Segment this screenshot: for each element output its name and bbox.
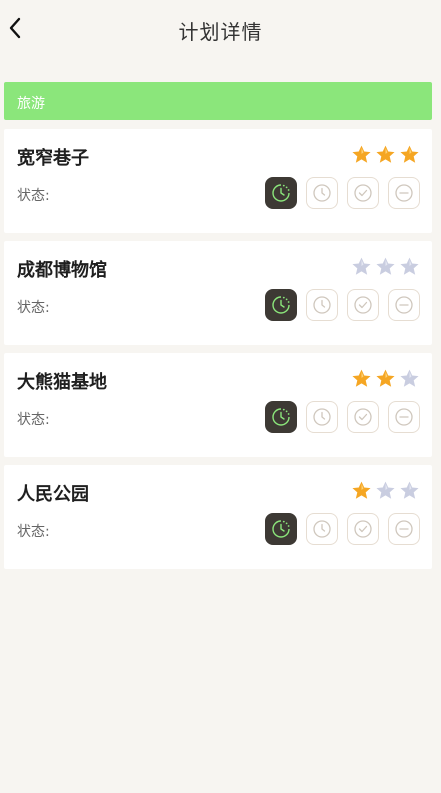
status-cancelled-button[interactable] <box>388 289 420 321</box>
status-label: 状态: <box>17 524 50 540</box>
star-empty-icon[interactable] <box>399 368 420 388</box>
clock-dotted-icon <box>271 519 291 539</box>
star-rating[interactable] <box>351 480 420 500</box>
minus-circle-icon <box>394 295 414 315</box>
status-pending-button[interactable] <box>306 177 338 209</box>
plan-card[interactable]: 成都博物馆状态: <box>4 241 432 345</box>
clock-icon <box>312 295 332 315</box>
star-empty-icon[interactable] <box>399 480 420 500</box>
clock-icon <box>312 407 332 427</box>
star-rating[interactable] <box>351 256 420 276</box>
star-filled-icon[interactable] <box>399 144 420 164</box>
plan-name: 大熊猫基地 <box>17 372 107 393</box>
status-pending-button[interactable] <box>306 513 338 545</box>
star-filled-icon[interactable] <box>351 368 372 388</box>
category-header: 旅游 <box>4 82 432 120</box>
category-label: 旅游 <box>17 96 45 112</box>
minus-circle-icon <box>394 407 414 427</box>
star-rating[interactable] <box>351 368 420 388</box>
check-circle-icon <box>353 519 373 539</box>
clock-dotted-icon <box>271 295 291 315</box>
status-selector <box>265 177 420 209</box>
status-pending-button[interactable] <box>306 289 338 321</box>
status-done-button[interactable] <box>347 289 379 321</box>
clock-icon <box>312 183 332 203</box>
status-selector <box>265 401 420 433</box>
clock-dotted-icon <box>271 407 291 427</box>
status-in-progress-button[interactable] <box>265 177 297 209</box>
navigation-bar: 计划详情 <box>0 0 441 60</box>
star-empty-icon[interactable] <box>375 480 396 500</box>
star-filled-icon[interactable] <box>351 144 372 164</box>
plan-name: 宽窄巷子 <box>17 148 89 169</box>
minus-circle-icon <box>394 519 414 539</box>
star-rating[interactable] <box>351 144 420 164</box>
status-label: 状态: <box>17 300 50 316</box>
star-filled-icon[interactable] <box>375 368 396 388</box>
status-cancelled-button[interactable] <box>388 513 420 545</box>
status-pending-button[interactable] <box>306 401 338 433</box>
status-done-button[interactable] <box>347 177 379 209</box>
plan-name: 人民公园 <box>17 484 89 505</box>
status-done-button[interactable] <box>347 401 379 433</box>
status-in-progress-button[interactable] <box>265 513 297 545</box>
minus-circle-icon <box>394 183 414 203</box>
plan-name: 成都博物馆 <box>17 260 107 281</box>
clock-dotted-icon <box>271 183 291 203</box>
status-cancelled-button[interactable] <box>388 401 420 433</box>
plan-list: 宽窄巷子 状态: 成都博物馆 状态: 大熊猫基地 状态: 人民公园 状态: <box>4 129 432 577</box>
status-label: 状态: <box>17 412 50 428</box>
status-done-button[interactable] <box>347 513 379 545</box>
star-filled-icon[interactable] <box>351 480 372 500</box>
status-cancelled-button[interactable] <box>388 177 420 209</box>
star-empty-icon[interactable] <box>399 256 420 276</box>
star-empty-icon[interactable] <box>351 256 372 276</box>
status-selector <box>265 289 420 321</box>
page-title: 计划详情 <box>178 20 263 44</box>
plan-card[interactable]: 大熊猫基地状态: <box>4 353 432 457</box>
plan-card[interactable]: 宽窄巷子状态: <box>4 129 432 233</box>
check-circle-icon <box>353 183 373 203</box>
status-in-progress-button[interactable] <box>265 289 297 321</box>
check-circle-icon <box>353 295 373 315</box>
check-circle-icon <box>353 407 373 427</box>
status-selector <box>265 513 420 545</box>
clock-icon <box>312 519 332 539</box>
star-empty-icon[interactable] <box>375 256 396 276</box>
status-label: 状态: <box>17 188 50 204</box>
star-filled-icon[interactable] <box>375 144 396 164</box>
status-in-progress-button[interactable] <box>265 401 297 433</box>
plan-card[interactable]: 人民公园状态: <box>4 465 432 569</box>
